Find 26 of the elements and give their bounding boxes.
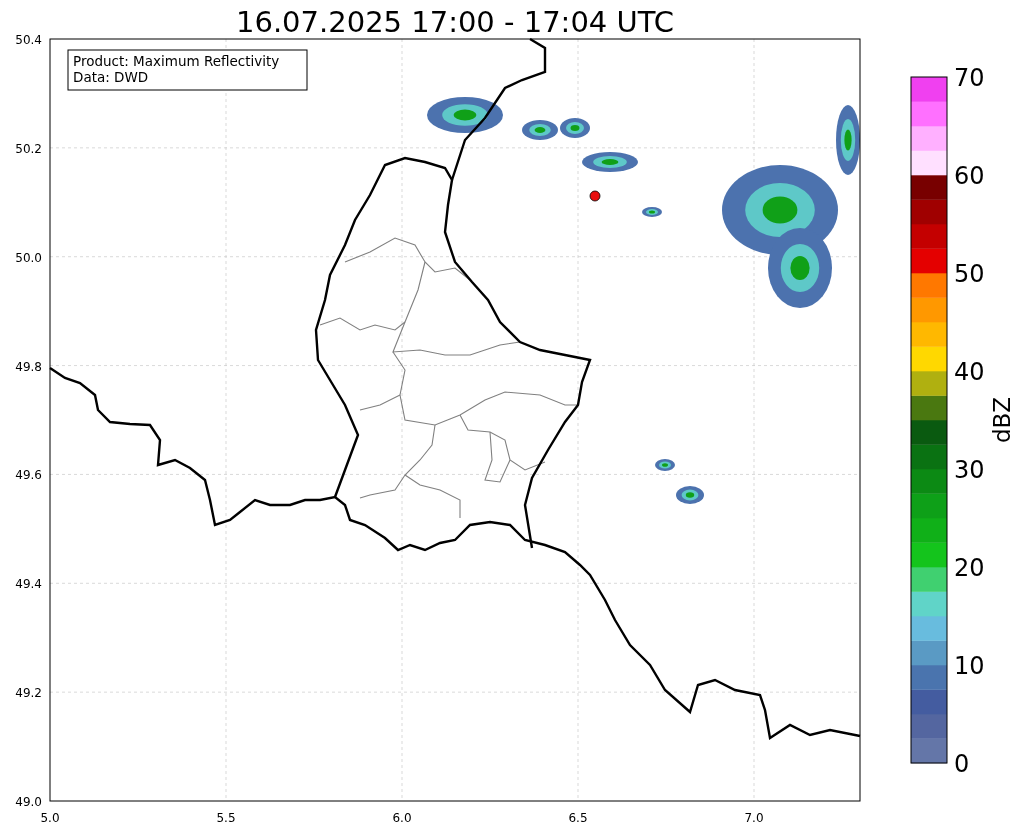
y-tick-label: 49.6 [15,468,42,483]
y-tick-label: 50.4 [15,33,42,47]
colorbar-tick-label: 70 [954,64,985,92]
info-text: Product: Maximum Reflectivity [73,53,280,69]
colorbar-tick-label: 30 [954,456,985,484]
y-tick-label: 50.0 [15,250,42,265]
colorbar-tick-label: 20 [954,554,985,582]
y-tick-label: 49.0 [15,795,42,809]
x-tick-label: 5.5 [216,811,236,825]
colorbar-tick-label: 0 [954,750,970,778]
x-tick-label: 6.5 [568,811,588,825]
location-marker [589,190,601,202]
y-tick-label: 49.8 [15,359,42,374]
chart-title: 16.07.2025 17:00 - 17:04 UTC [236,5,674,39]
colorbar-label: dBZ [989,396,1015,444]
colorbar-tick-label: 10 [954,652,985,680]
y-tick-label: 49.2 [15,686,42,701]
y-tick-label: 50.2 [15,141,42,156]
colorbar-tick-label: 50 [954,260,985,288]
x-tick-label: 6.0 [392,811,412,825]
info-text: Data: DWD [73,69,149,85]
colorbar-tick-label: 40 [954,358,985,386]
x-tick-label: 7.0 [744,811,764,825]
x-tick-label: 5.0 [40,811,60,825]
y-tick-label: 49.4 [15,577,42,592]
colorbar-tick-label: 60 [954,162,985,190]
